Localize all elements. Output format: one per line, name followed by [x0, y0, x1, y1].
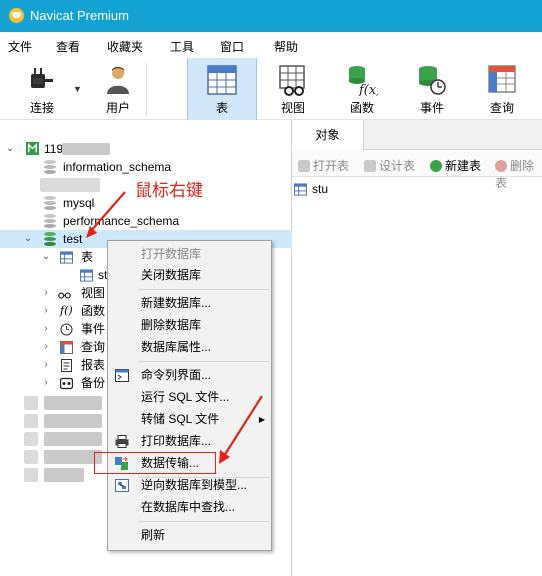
annotation-arrows [86, 191, 263, 464]
annotation-arrow-to-test [86, 191, 126, 238]
annotation-arrow-to-data-transfer [219, 395, 263, 464]
